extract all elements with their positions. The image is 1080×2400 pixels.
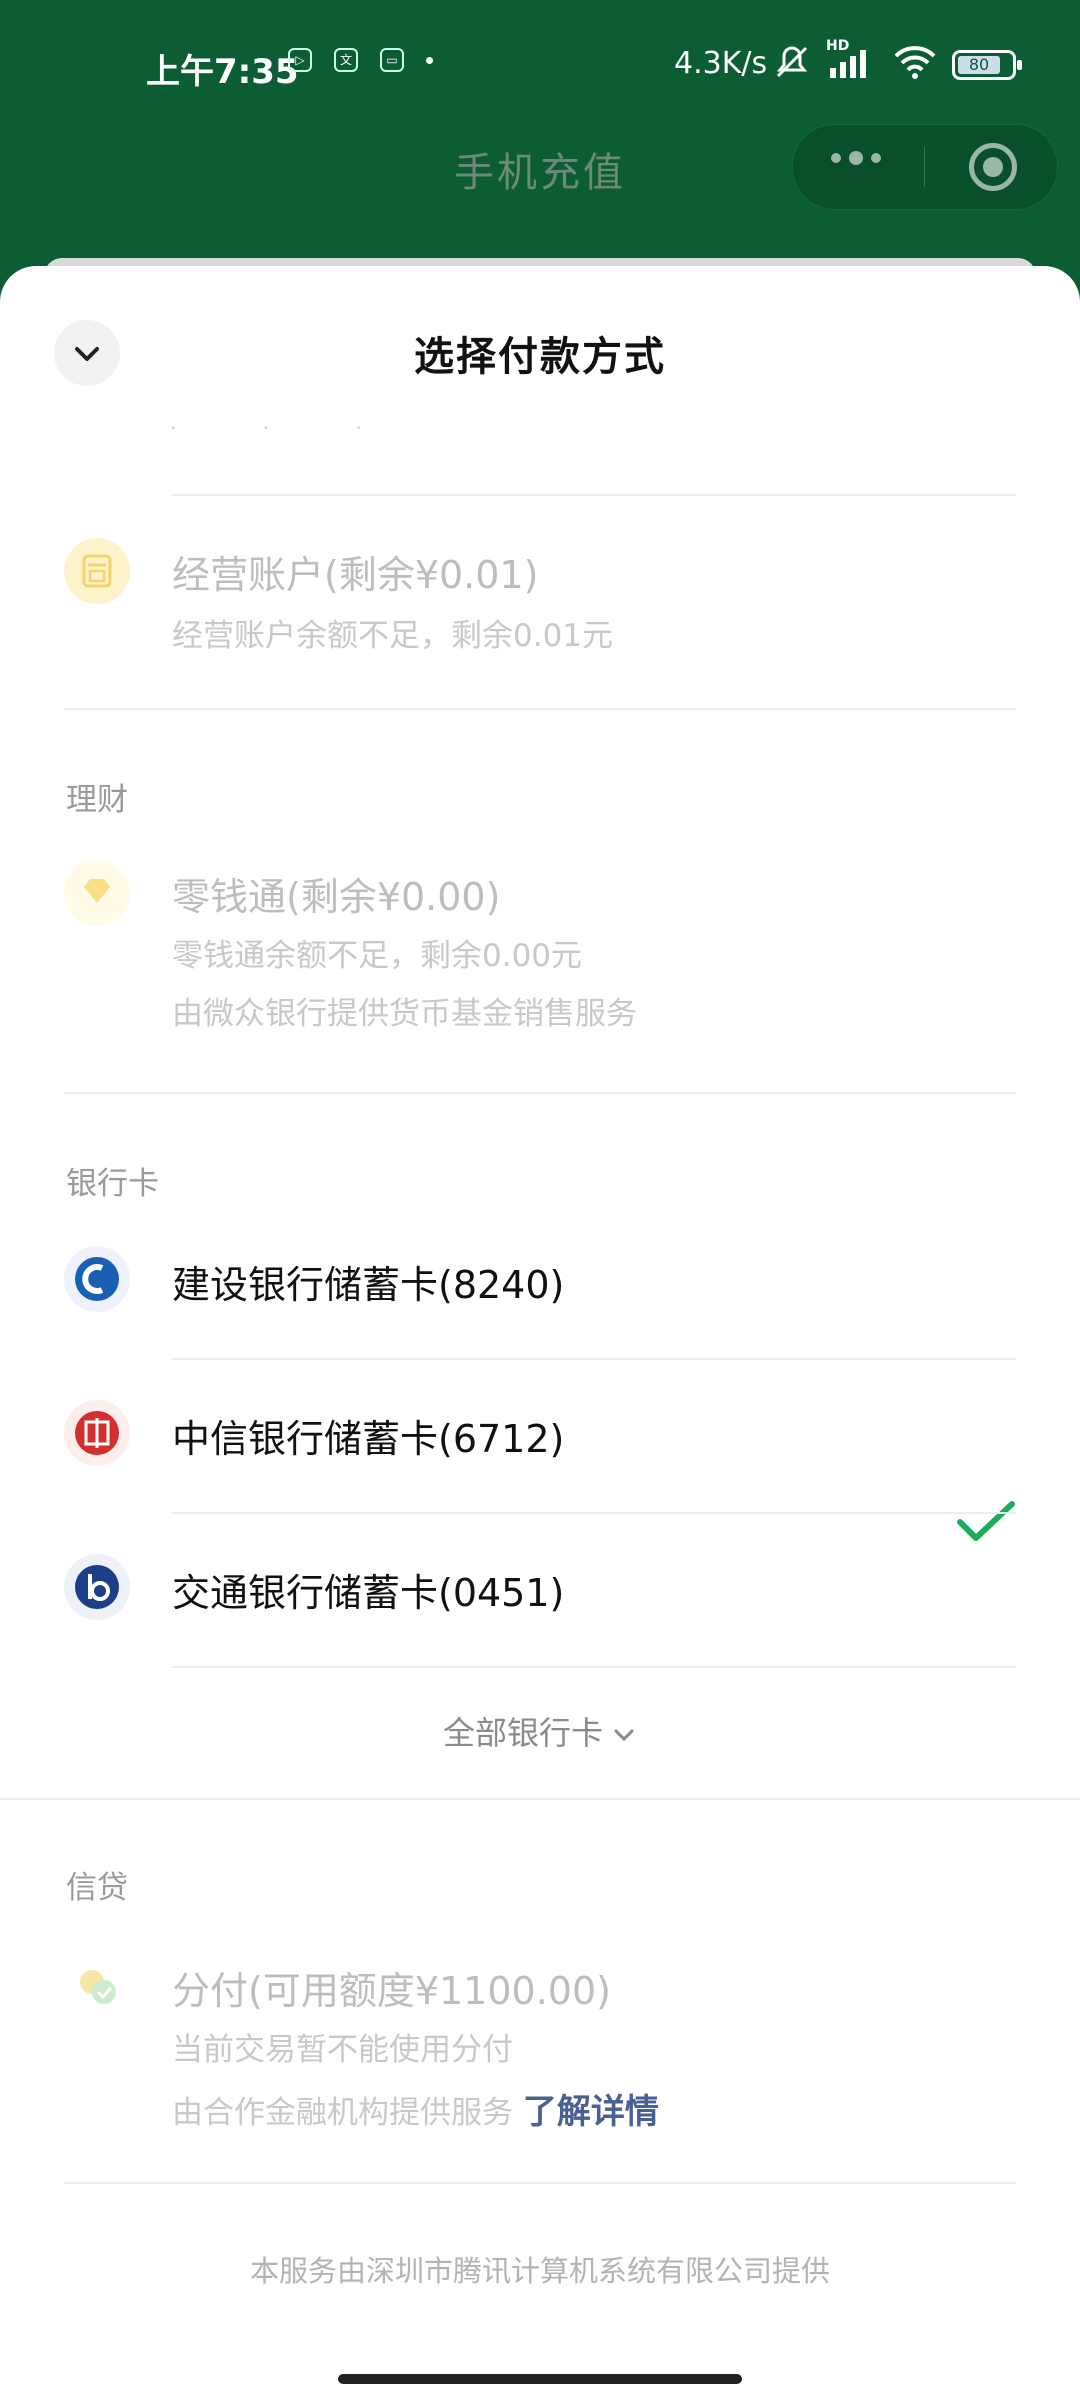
- app-notification-icon: ▭: [380, 48, 404, 72]
- citic-logo-icon: [64, 1400, 130, 1466]
- more-dots-icon: [831, 153, 841, 163]
- lingqiantong-subtitle: 零钱通余额不足，剩余0.00元: [172, 938, 583, 974]
- business-account-icon: [64, 538, 130, 604]
- fenfu-icon: [64, 1954, 130, 2020]
- bank-card-label: 建设银行储蓄卡(8240): [172, 1263, 565, 1307]
- divider: [172, 494, 1016, 496]
- business-account-subtitle: 经营账户余额不足，剩余0.01元: [172, 618, 614, 654]
- ccb-logo-icon: [64, 1246, 130, 1312]
- divider: [64, 708, 1016, 710]
- battery-level: 80: [958, 56, 1000, 74]
- home-indicator[interactable]: [338, 2374, 742, 2384]
- divider: [64, 2182, 1016, 2184]
- all-bank-cards-label: 全部银行卡: [442, 1714, 603, 1752]
- bank-section-label: 银行卡: [66, 1166, 159, 1202]
- media-icon: ▷: [288, 48, 312, 72]
- fenfu-provider-text: 由合作金融机构提供服务: [172, 2095, 513, 2131]
- bank-card-label: 中信银行储蓄卡(6712): [172, 1417, 565, 1461]
- divider: [172, 1358, 1016, 1360]
- fenfu-subtitle: 当前交易暂不能使用分付: [172, 2032, 513, 2068]
- service-provider-note: 本服务由深圳市腾讯计算机系统有限公司提供: [249, 2254, 830, 2288]
- notification-icons: ▷ 文 ▭: [288, 48, 433, 72]
- system-icons: HD: [772, 38, 938, 82]
- wealth-section-label: 理财: [66, 782, 128, 818]
- lingqiantong-title: 零钱通(剩余¥0.00): [172, 875, 501, 919]
- bocom-logo-icon: [64, 1554, 130, 1620]
- status-time: 上午7:35: [146, 52, 299, 92]
- fenfu-provider: 由合作金融机构提供服务 了解详情: [172, 2084, 659, 2133]
- net-speed: 4.3K/s: [674, 46, 768, 81]
- sheet-title: 选择付款方式: [414, 334, 666, 380]
- fenfu-title: 分付(可用额度¥1100.00): [172, 1969, 611, 2013]
- payment-method-sheet: 选择付款方式 · · · 经营账户(剩余¥0.01) 经营账户余额不足，剩余0.…: [0, 266, 1080, 2400]
- divider: [172, 1666, 1016, 1668]
- diamond-icon: [64, 860, 130, 926]
- all-bank-cards-button[interactable]: 全部银行卡: [0, 1708, 1080, 1754]
- chevron-down-icon: [614, 1729, 634, 1742]
- signal-icon: HD: [826, 38, 878, 82]
- selected-check-icon: [957, 1501, 1015, 1541]
- divider: [64, 1092, 1016, 1094]
- section-divider: [0, 1798, 1080, 1800]
- business-account-title: 经营账户(剩余¥0.01): [172, 553, 539, 597]
- credit-section-label: 信贷: [66, 1870, 128, 1906]
- lingqiantong-provider: 由微众银行提供货币基金销售服务: [172, 996, 637, 1032]
- close-miniprogram-button[interactable]: [969, 143, 1017, 191]
- truncated-row: · · ·: [170, 416, 402, 440]
- capsule-divider: [924, 147, 925, 187]
- learn-more-link[interactable]: 了解详情: [523, 2092, 659, 2132]
- mute-icon: [776, 46, 808, 78]
- wifi-icon: [894, 46, 936, 79]
- bank-card-label: 交通银行储蓄卡(0451): [172, 1571, 565, 1615]
- battery-icon: 80: [952, 50, 1022, 80]
- divider: [172, 1512, 1016, 1514]
- more-notifications-icon: [426, 56, 433, 64]
- translate-icon: 文: [334, 48, 358, 72]
- miniprogram-capsule: [792, 124, 1058, 210]
- more-options-button[interactable]: [831, 151, 881, 165]
- status-bar: 上午7:35 ▷ 文 ▭ 4.3K/s HD 80: [0, 0, 1080, 130]
